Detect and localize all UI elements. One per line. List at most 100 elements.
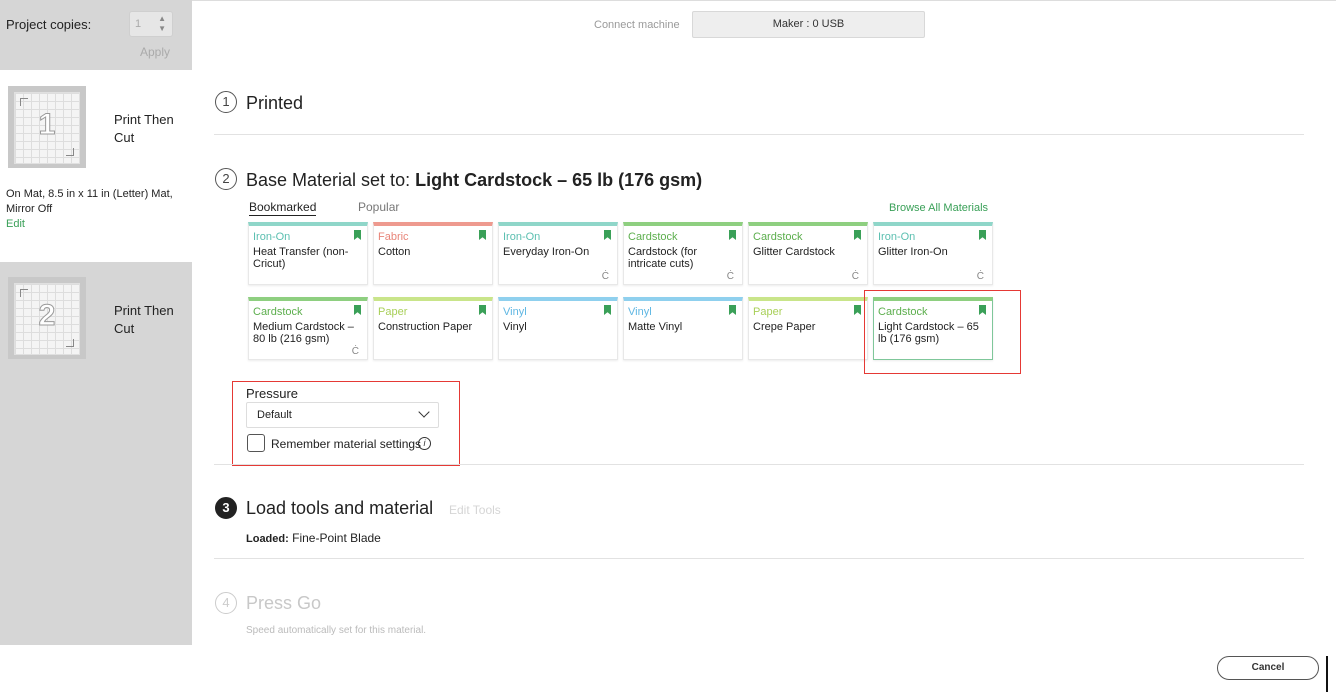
project-copies-label: Project copies: [6,17,92,32]
material-category: Iron-On [878,231,916,243]
scrollbar[interactable] [1326,656,1328,692]
step-3-number: 3 [215,497,237,519]
material-category: Iron-On [253,231,291,243]
bookmark-icon[interactable] [729,305,736,315]
material-name: Cotton [378,246,411,258]
machine-select-button[interactable]: Maker : 0 USB [692,11,925,38]
tab-bookmarked[interactable]: Bookmarked [249,200,317,216]
bookmark-icon[interactable] [604,305,611,315]
apply-button[interactable]: Apply [140,45,170,59]
corner-mark-icon [20,98,28,106]
material-category: Cardstock [628,231,678,243]
material-name: Vinyl [503,321,527,333]
material-name: Heat Transfer (non-Cricut) [253,246,349,270]
selected-material-highlight [864,290,1021,374]
bookmark-icon[interactable] [604,230,611,240]
edit-tools-link[interactable]: Edit Tools [449,503,501,517]
tab-popular[interactable]: Popular [358,200,399,214]
pressure-select[interactable]: Default [246,402,439,428]
material-name: Everyday Iron-On [503,246,590,258]
mat-number: 1 [38,108,56,142]
bookmark-icon[interactable] [479,230,486,240]
stepper-arrows-icon[interactable]: ▲ ▼ [158,14,166,34]
cricut-brand-icon: Ċ [351,346,359,357]
top-bar [192,0,1336,4]
material-card[interactable]: Paper Crepe Paper [748,297,868,360]
bookmark-icon[interactable] [854,230,861,240]
cricut-brand-icon: Ċ [976,271,984,282]
speed-note: Speed automatically set for this materia… [246,625,427,636]
material-card[interactable]: Fabric Cotton [373,222,493,285]
material-category: Vinyl [503,306,527,318]
mat-thumbnail-2[interactable]: 2 [8,277,86,359]
material-card[interactable]: Vinyl Matte Vinyl [623,297,743,360]
mat-label-1: Print Then Cut [114,112,174,145]
cancel-button[interactable]: Cancel [1217,656,1319,680]
material-category: Cardstock [753,231,803,243]
step-1-title: Printed [246,93,304,113]
cricut-brand-icon: Ċ [601,271,609,282]
material-card[interactable]: Vinyl Vinyl [498,297,618,360]
material-card[interactable]: Cardstock Cardstock (for intricate cuts) Ċ [623,222,743,285]
divider [214,464,1304,465]
material-name: Matte Vinyl [628,321,683,333]
material-card[interactable]: Paper Construction Paper [373,297,493,360]
bookmark-icon[interactable] [729,230,736,240]
divider [214,134,1304,135]
connect-machine-label: Connect machine [594,19,680,31]
material-category: Cardstock [253,306,303,318]
divider [214,558,1304,559]
material-category: Fabric [378,231,409,243]
bookmark-icon[interactable] [854,305,861,315]
mat-info: On Mat, 8.5 in x 11 in (Letter) Mat, Mir… [6,188,173,215]
material-name: Glitter Cardstock [753,246,835,258]
step-4-title: Press Go [246,593,322,613]
material-card[interactable]: Iron-On Everyday Iron-On Ċ [498,222,618,285]
mat-number: 2 [38,299,56,333]
mat-thumbnail-1[interactable]: 1 [8,86,86,168]
material-name: Cardstock (for intricate cuts) [628,246,698,270]
sidebar: Project copies: 1 ▲ ▼ Apply 1 Print Then … [0,0,192,645]
material-name: Construction Paper [378,321,473,333]
mat-label-2: Print Then Cut [114,303,174,336]
step-2-title-prefix: Base Material set to: [246,170,411,190]
bookmark-icon[interactable] [479,305,486,315]
corner-mark-icon [66,148,74,156]
step-2-title: Base Material set to: Light Cardstock – … [246,170,702,191]
corner-mark-icon [20,289,28,297]
step-2-material-name: Light Cardstock – 65 lb (176 gsm) [415,170,703,190]
mat-edit-link[interactable]: Edit [6,218,25,230]
material-category: Iron-On [503,231,541,243]
project-copies-stepper[interactable]: 1 ▲ ▼ [129,11,173,37]
loaded-key: Loaded: [246,533,289,545]
material-name: Glitter Iron-On [878,246,948,258]
remember-settings-label[interactable]: Remember material settings [271,437,421,451]
step-1-number: 1 [215,91,237,113]
material-card[interactable]: Iron-On Heat Transfer (non-Cricut) [248,222,368,285]
remember-settings-checkbox[interactable] [247,434,265,452]
step-2-number: 2 [215,168,237,190]
material-category: Paper [753,306,783,318]
chevron-down-icon [418,406,430,418]
loaded-value: Fine-Point Blade [292,531,381,545]
material-card[interactable]: Cardstock Medium Cardstock – 80 lb (216 g… [248,297,368,360]
material-category: Vinyl [628,306,652,318]
material-name: Medium Cardstock – 80 lb (216 gsm) [253,321,354,345]
project-copies-value: 1 [135,18,142,30]
material-name: Crepe Paper [753,321,816,333]
cricut-brand-icon: Ċ [851,271,859,282]
bookmark-icon[interactable] [979,230,986,240]
step-4-number: 4 [215,592,237,614]
corner-mark-icon [66,339,74,347]
bookmark-icon[interactable] [354,305,361,315]
cricut-brand-icon: Ċ [726,271,734,282]
material-card[interactable]: Iron-On Glitter Iron-On Ċ [873,222,993,285]
pressure-label: Pressure [246,386,299,401]
loaded-tools: Loaded: Fine-Point Blade [246,531,381,545]
project-copies-panel: Project copies: 1 ▲ ▼ Apply [0,0,192,70]
browse-all-materials-link[interactable]: Browse All Materials [889,202,988,214]
bookmark-icon[interactable] [354,230,361,240]
info-icon[interactable]: i [418,437,431,450]
pressure-value: Default [257,409,292,421]
material-card[interactable]: Cardstock Glitter Cardstock Ċ [748,222,868,285]
